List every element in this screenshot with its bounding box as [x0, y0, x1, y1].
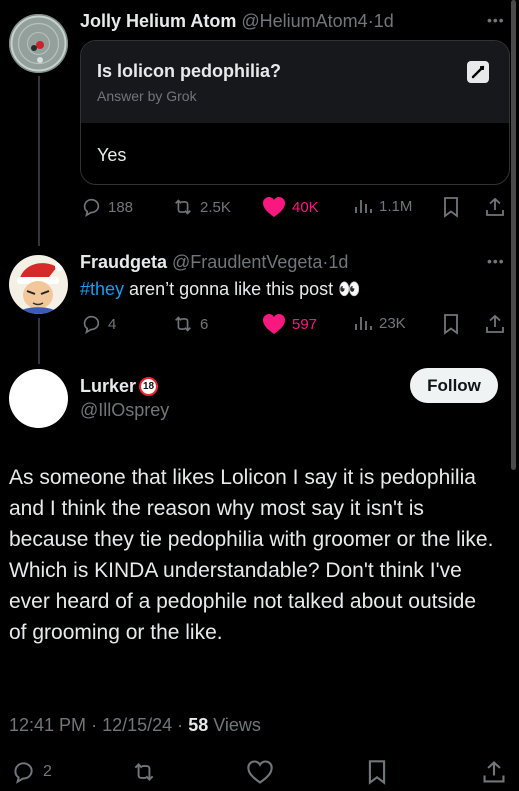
views-label: Views [213, 715, 261, 735]
handle[interactable]: @HeliumAtom4 [241, 11, 367, 31]
display-name[interactable]: Jolly Helium Atom [80, 11, 236, 31]
reply-count: 2 [43, 763, 52, 780]
like-count: 597 [292, 315, 318, 333]
thread-line [38, 76, 40, 246]
bookmark-icon [368, 760, 386, 785]
eyes-emoji: 👀 [338, 279, 361, 299]
avatar-lurker[interactable] [9, 369, 68, 428]
reply-icon [83, 198, 100, 217]
tweet2-header: Fraudgeta @FraudlentVegeta·1d [80, 252, 348, 273]
like-button[interactable] [246, 759, 274, 785]
reply-button[interactable]: 2 [9, 759, 52, 785]
reply-button[interactable]: 188 [80, 196, 133, 218]
grok-card-header: Is lolicon pedophilia? Answer by Grok [81, 41, 509, 123]
heart-filled-icon [263, 197, 285, 217]
thread-line [38, 318, 40, 364]
grok-answer: Yes [97, 145, 127, 165]
share-icon [486, 314, 504, 333]
bookmark-button[interactable] [441, 313, 461, 335]
tweet-metadata: 12:41 PM · 12/15/24 · 58 Views [9, 715, 261, 736]
repost-button[interactable]: 2.5K [172, 196, 231, 218]
timestamp[interactable]: 1d [374, 11, 394, 31]
repost-count: 2.5K [200, 198, 231, 216]
avatar-jolly-helium-atom[interactable] [9, 14, 68, 73]
repost-button[interactable]: 6 [172, 313, 208, 335]
like-button[interactable]: 40K [262, 196, 319, 218]
share-icon [486, 197, 504, 216]
tweet-text: aren’t gonna like this post [124, 279, 339, 299]
share-button[interactable] [481, 759, 507, 785]
grok-question: Is lolicon pedophilia? [97, 61, 282, 81]
views-count: 58 [188, 715, 209, 735]
badge-text: 18 [142, 381, 155, 392]
main-tweet-text: As someone that likes Lolicon I say it i… [9, 466, 494, 644]
display-name[interactable]: Fraudgeta [80, 252, 167, 272]
share-icon [483, 761, 505, 783]
separator: · [177, 715, 184, 735]
reply-count: 188 [108, 198, 134, 216]
views-icon [355, 317, 372, 330]
views-count: 1.1M [379, 197, 413, 215]
tweet1-header: Jolly Helium Atom @HeliumAtom4·1d [80, 11, 394, 32]
like-count: 40K [292, 198, 319, 216]
scrollbar[interactable] [511, 0, 516, 470]
share-button[interactable] [484, 196, 506, 218]
tweet-date[interactable]: 12/15/24 [102, 715, 172, 735]
age-18-badge-icon: 18 [139, 377, 159, 396]
share-button[interactable] [484, 313, 506, 335]
more-options-icon[interactable]: ••• [487, 12, 505, 28]
views-count: 23K [379, 314, 406, 332]
repost-count: 6 [200, 315, 209, 333]
reply-icon [14, 762, 33, 784]
bookmark-button[interactable] [441, 196, 461, 218]
display-name[interactable]: Lurker [80, 376, 136, 397]
follow-button[interactable]: Follow [410, 368, 498, 403]
more-options-icon[interactable]: ••• [487, 253, 505, 269]
grok-logo-icon [467, 61, 489, 83]
tweet2-body: #they aren’t gonna like this post 👀 [80, 279, 361, 300]
bookmark-icon [444, 314, 458, 335]
avatar-fraudgeta[interactable] [9, 255, 68, 314]
repost-icon [134, 763, 154, 781]
grok-subtitle: Answer by Grok [97, 88, 197, 104]
reply-icon [83, 315, 100, 334]
reply-count: 4 [108, 315, 117, 333]
hashtag-link[interactable]: #they [80, 279, 124, 299]
main-author-name-row: Lurker 18 [80, 376, 159, 397]
separator: · [91, 715, 98, 735]
bookmark-icon [444, 197, 458, 218]
like-button[interactable]: 597 [262, 313, 317, 335]
tweet-time[interactable]: 12:41 PM [9, 715, 86, 735]
views-button[interactable]: 1.1M [353, 196, 412, 216]
handle[interactable]: @FraudlentVegeta [172, 252, 322, 272]
handle[interactable]: @IllOsprey [80, 400, 169, 421]
timestamp[interactable]: 1d [328, 252, 348, 272]
repost-icon [175, 199, 191, 215]
grok-answer-card[interactable]: Is lolicon pedophilia? Answer by Grok Ye… [80, 40, 510, 185]
bookmark-button[interactable] [364, 759, 390, 785]
views-icon [355, 200, 372, 213]
repost-button[interactable] [130, 759, 158, 785]
repost-icon [175, 316, 191, 332]
heart-filled-icon [263, 314, 285, 334]
reply-button[interactable]: 4 [80, 313, 116, 335]
heart-outline-icon [247, 760, 273, 784]
views-button[interactable]: 23K [353, 313, 406, 333]
